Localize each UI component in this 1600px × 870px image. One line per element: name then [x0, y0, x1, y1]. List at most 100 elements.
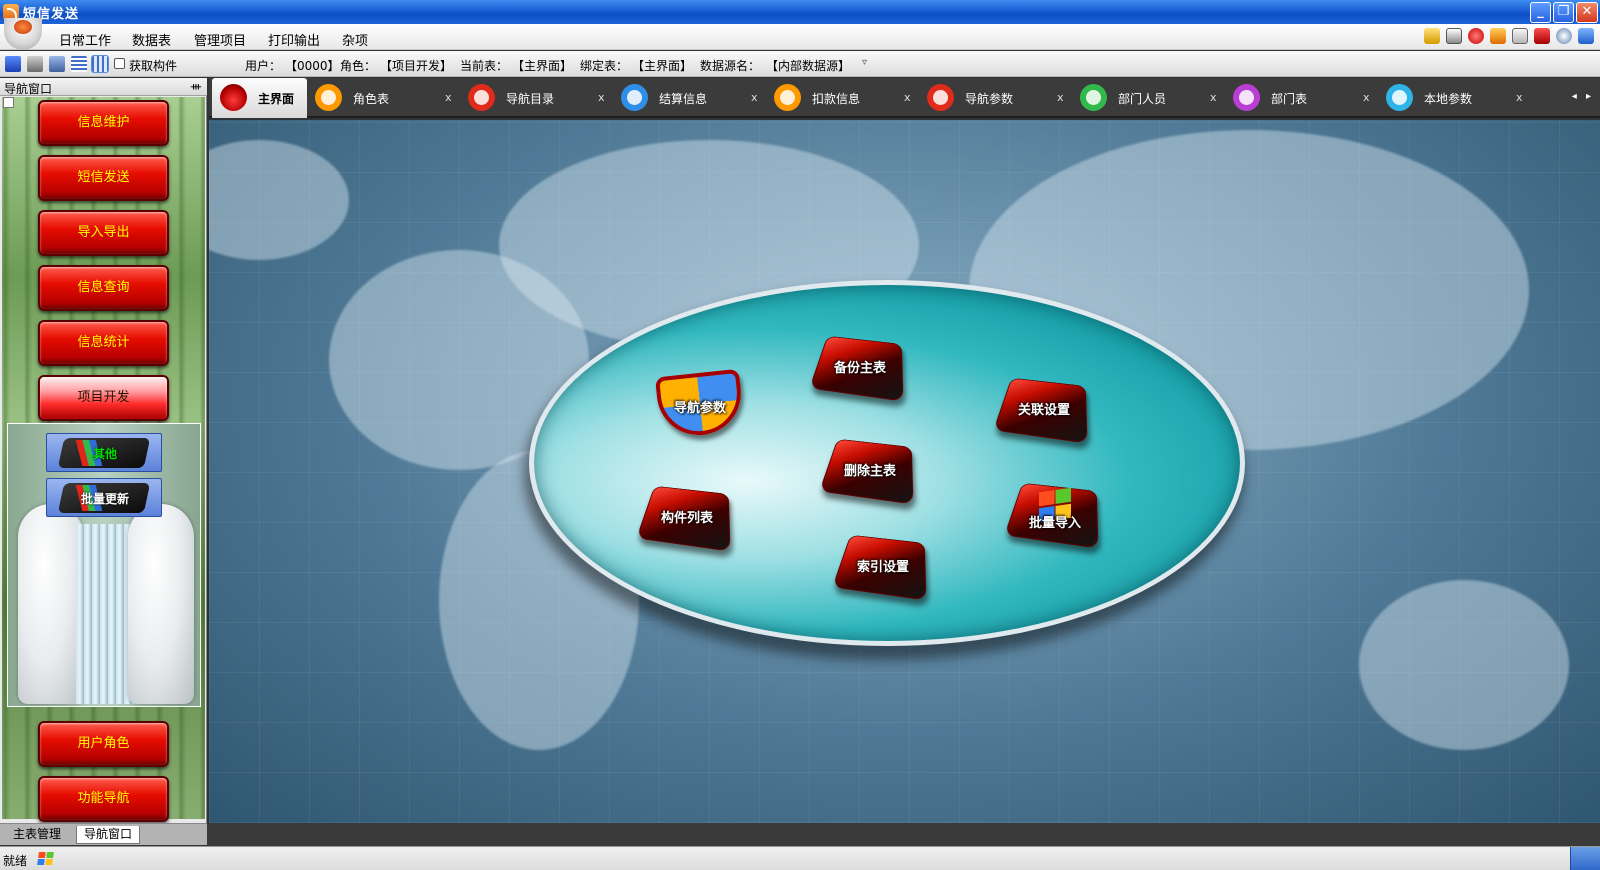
- save-icon[interactable]: [5, 56, 21, 72]
- nav-pane-tabs: 主表管理 导航窗口: [0, 823, 207, 845]
- get-component-button[interactable]: 获取构件: [129, 57, 177, 74]
- tile-nav-params[interactable]: 导航参数: [652, 363, 748, 443]
- menu-data-table[interactable]: 数据表: [132, 30, 171, 49]
- tab-close-icon[interactable]: x: [1210, 91, 1217, 104]
- current-table-value: 【主界面】: [512, 57, 572, 74]
- nav-button-sms-send[interactable]: 短信发送: [38, 155, 169, 201]
- tab-close-icon[interactable]: x: [1057, 91, 1064, 104]
- menu-daily-work[interactable]: 日常工作: [59, 30, 111, 49]
- collapse-box[interactable]: [3, 97, 14, 108]
- users-icon[interactable]: [1490, 28, 1506, 44]
- tab-role-table[interactable]: 角色表 x: [307, 78, 461, 118]
- restore-button[interactable]: ❐: [1553, 2, 1574, 23]
- app-orb-icon[interactable]: [4, 18, 42, 50]
- mail-icon[interactable]: [1512, 28, 1528, 44]
- sub-button-batch-update-label: 批量更新: [47, 490, 163, 507]
- quicktime-icon: [315, 84, 342, 111]
- tab-close-icon[interactable]: x: [1516, 91, 1523, 104]
- datasource-value: 【内部数据源】: [766, 57, 850, 74]
- tab-close-icon[interactable]: x: [445, 91, 452, 104]
- quicktime-icon: [1386, 84, 1413, 111]
- tile-index-settings[interactable]: 索引设置: [835, 522, 931, 602]
- tab-close-icon[interactable]: x: [904, 91, 911, 104]
- menu-misc[interactable]: 杂项: [342, 30, 368, 49]
- tile-label: 关联设置: [996, 399, 1092, 418]
- tile-delete-master[interactable]: 删除主表: [822, 426, 918, 506]
- nav-button-user-role[interactable]: 用户角色: [38, 721, 169, 767]
- nav-button-project-dev[interactable]: 项目开发: [38, 375, 169, 421]
- tile-label: 删除主表: [822, 460, 918, 479]
- tile-batch-import[interactable]: 批量导入: [1007, 470, 1103, 550]
- nav-button-info-stats[interactable]: 信息统计: [38, 320, 169, 366]
- tab-label: 导航目录: [506, 90, 554, 107]
- role-label: 角色：: [340, 57, 376, 74]
- status-bar: 就绪: [0, 846, 1600, 870]
- quicktime-icon: [927, 84, 954, 111]
- bound-table-value: 【主界面】: [632, 57, 692, 74]
- jade-carving-left: [18, 504, 84, 704]
- quicktime-icon: [1080, 84, 1107, 111]
- tab-dept-staff[interactable]: 部门人员 x: [1072, 78, 1226, 118]
- sub-button-batch-update[interactable]: 批量更新: [46, 478, 162, 517]
- tile-label: 导航参数: [652, 397, 748, 416]
- status-text: 就绪: [3, 852, 27, 869]
- checkbox-icon[interactable]: [114, 58, 125, 69]
- tray-icon[interactable]: [1570, 847, 1600, 870]
- bottom-strip: [207, 823, 1600, 846]
- nav-button-info-maintain[interactable]: 信息维护: [38, 100, 169, 146]
- tab-label: 部门人员: [1118, 90, 1166, 107]
- tab-close-icon[interactable]: x: [598, 91, 605, 104]
- toolbar-overflow-icon[interactable]: ▿: [862, 57, 867, 68]
- tab-label: 导航参数: [965, 90, 1013, 107]
- user-value: 【0000】: [285, 57, 340, 74]
- title-bar: 短信发送 _ ❐ ✕: [0, 0, 1600, 24]
- tile-label: 索引设置: [835, 556, 931, 575]
- tab-settlement-info[interactable]: 结算信息 x: [613, 78, 767, 118]
- current-table-label: 当前表：: [460, 57, 508, 74]
- user-label: 用户：: [245, 57, 281, 74]
- tab-local-params[interactable]: 本地参数 x: [1378, 78, 1532, 118]
- sub-button-other[interactable]: 其他: [46, 433, 162, 472]
- tab-close-icon[interactable]: x: [751, 91, 758, 104]
- settings-icon[interactable]: [1556, 28, 1572, 44]
- waterfall-image: [76, 524, 134, 704]
- menu-manage-project[interactable]: 管理项目: [194, 30, 246, 49]
- close-button[interactable]: ✕: [1576, 2, 1598, 23]
- windows-flag-icon: [37, 852, 54, 865]
- help-icon[interactable]: [1578, 28, 1594, 44]
- tab-nav-directory[interactable]: 导航目录 x: [460, 78, 614, 118]
- nav-button-function-nav[interactable]: 功能导航: [38, 776, 169, 822]
- tab-master-table-manage[interactable]: 主表管理: [6, 826, 68, 844]
- tab-scroll-arrows[interactable]: ◂ ▸: [1572, 91, 1594, 102]
- tab-nav-window[interactable]: 导航窗口: [76, 826, 140, 844]
- pin-icon[interactable]: ᚒ: [191, 80, 201, 93]
- tile-backup-master[interactable]: 备份主表: [812, 323, 908, 403]
- nav-pane-title: 导航窗口: [4, 80, 52, 97]
- tab-label: 本地参数: [1424, 90, 1472, 107]
- tab-label: 角色表: [353, 90, 389, 107]
- tab-main[interactable]: 主界面: [212, 78, 307, 118]
- tab-nav-params[interactable]: 导航参数 x: [919, 78, 1073, 118]
- quicktime-icon: [774, 84, 801, 111]
- tools-icon[interactable]: [27, 56, 43, 72]
- document-tabs: 主界面 角色表 x 导航目录 x 结算信息 x 扣款信息 x 导航参数 x 部门…: [209, 78, 1600, 118]
- quicktime-icon: [468, 84, 495, 111]
- nav-button-info-query[interactable]: 信息查询: [38, 265, 169, 311]
- lock-icon[interactable]: [1424, 28, 1440, 44]
- list-view-icon[interactable]: [71, 56, 87, 72]
- tab-close-icon[interactable]: x: [1363, 91, 1370, 104]
- grid-view-icon[interactable]: [92, 56, 108, 72]
- nav-button-import-export[interactable]: 导入导出: [38, 210, 169, 256]
- exit-icon[interactable]: [1534, 28, 1550, 44]
- menu-print-output[interactable]: 打印输出: [268, 30, 320, 49]
- stop-icon[interactable]: [1468, 28, 1484, 44]
- tile-relation-settings[interactable]: 关联设置: [996, 365, 1092, 445]
- tile-component-list[interactable]: 构件列表: [639, 473, 735, 553]
- tab-deduction-info[interactable]: 扣款信息 x: [766, 78, 920, 118]
- tab-dept-table[interactable]: 部门表 x: [1225, 78, 1379, 118]
- copy-icon[interactable]: [49, 56, 65, 72]
- calendar-icon[interactable]: [1446, 28, 1462, 44]
- minimize-button[interactable]: _: [1530, 2, 1551, 23]
- jade-carving-right: [128, 504, 194, 704]
- main-desktop: 导航参数 备份主表 关联设置 删除主表 构件列表 批量导入 索引设置: [209, 120, 1600, 823]
